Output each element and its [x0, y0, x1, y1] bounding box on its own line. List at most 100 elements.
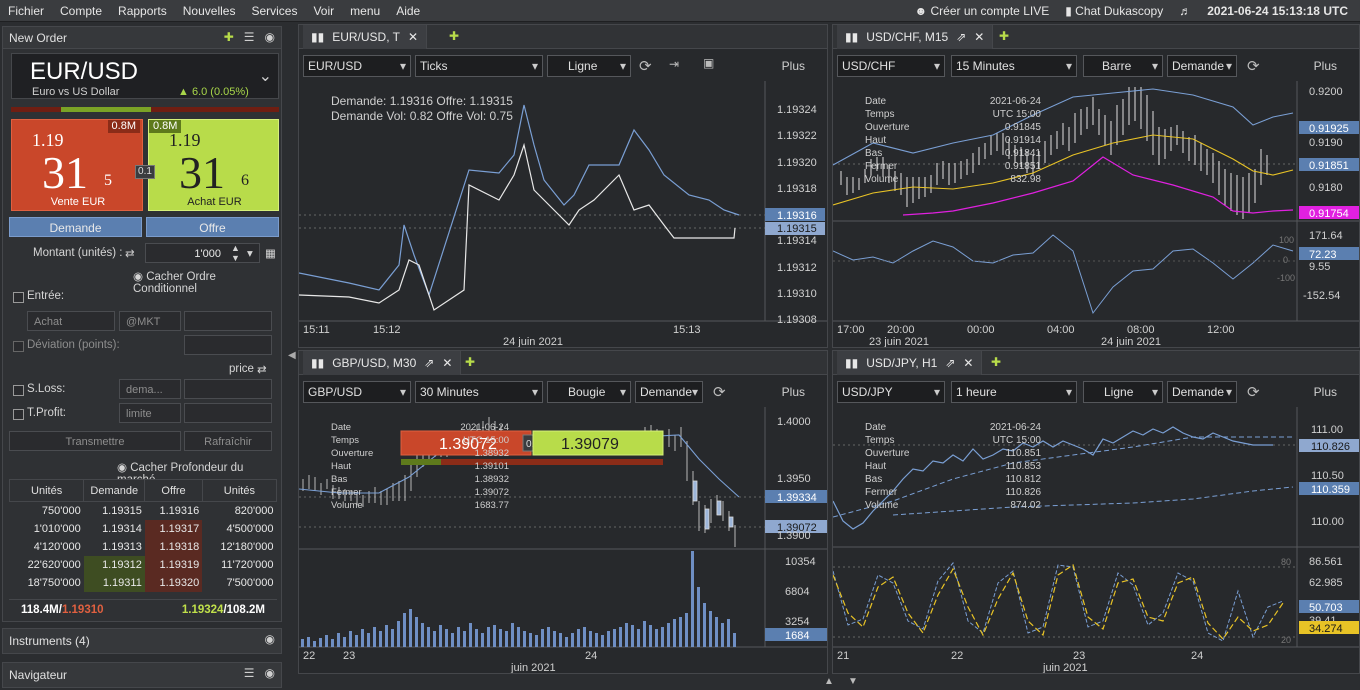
ob-cell: 1.19315	[102, 504, 142, 517]
ob-cell: 18'750'000	[27, 576, 81, 589]
expand-up-icon[interactable]: ▲	[824, 676, 834, 687]
deviation-checkbox[interactable]	[13, 341, 24, 352]
ohlc-bars	[840, 87, 1268, 219]
x-tick: 12:00	[1207, 324, 1235, 336]
menu-rapports[interactable]: Rapports	[110, 4, 175, 18]
chat-icon: ▮	[1065, 4, 1072, 18]
info-value: 2021-06-24	[990, 422, 1042, 433]
expand-down-icon[interactable]: ▼	[848, 676, 858, 687]
eye-icon[interactable]: ◉	[265, 632, 275, 646]
instruments-title: Instruments (4)	[9, 634, 90, 648]
amount-input[interactable]: 1'000	[145, 243, 260, 263]
y-tick: 1.4000	[777, 416, 811, 428]
sell-button[interactable]: 0.8M 1.19 31 5 Vente EUR	[11, 119, 143, 211]
menu-compte[interactable]: Compte	[52, 4, 110, 18]
entry-checkbox[interactable]	[13, 292, 24, 303]
depth-bar-fill	[61, 107, 151, 112]
chart-info: Date Temps Ouverture Haut Bas Fermer Vol…	[865, 422, 1041, 511]
deviation-label: Déviation (points):	[27, 339, 120, 351]
tprofit-checkbox[interactable]	[13, 409, 24, 420]
menu-icon[interactable]: ☰	[244, 30, 255, 44]
info-value: 874.02	[1010, 500, 1041, 511]
vol-tick: 6804	[785, 586, 809, 598]
menu-fichier[interactable]: Fichier	[0, 4, 52, 18]
info-value: 1.39072	[475, 487, 509, 498]
info-value: UTC 15:00	[993, 109, 1042, 120]
chart-usdjpy: ▮▮USD/JPY, H1⇗✕ ✚ USD/JPY 1 heure Ligne …	[832, 350, 1360, 674]
collapse-left-icon[interactable]: ◀	[288, 350, 296, 361]
info-value: 0.91845	[1005, 122, 1042, 133]
menu-icon[interactable]: ☰	[244, 666, 255, 680]
transmit-button[interactable]: Transmettre	[9, 431, 181, 451]
eye-icon[interactable]: ◉	[265, 30, 275, 44]
sound-icon[interactable]: ♬	[1179, 4, 1191, 18]
info-label: Volume	[331, 500, 363, 511]
tprofit-side-input[interactable]: limite	[119, 403, 181, 423]
x-date: 24 juin 2021	[503, 336, 563, 348]
clock-time: 2021-06-24 15:13:18	[1207, 4, 1320, 18]
y-tick: 1.19322	[777, 130, 817, 142]
osc-level: 0	[1283, 255, 1288, 265]
sloss-side-input[interactable]: dema...	[119, 379, 181, 399]
ob-cell: 1.19314	[102, 522, 142, 535]
buy-button[interactable]: 0.8M 1.19 31 6 Achat EUR	[148, 119, 279, 211]
amount-stepper[interactable]: ▲ ▼	[231, 243, 240, 263]
buy-price-pip: 6	[241, 172, 249, 189]
chart-canvas: 1.39072 0.7 1.39079 Date Temps Ouverture…	[299, 407, 827, 673]
price-label: 110.826	[1311, 441, 1350, 453]
y-tick: 1.19308	[777, 314, 817, 326]
price-label: price	[229, 363, 254, 375]
table-row: 22'620'000 1.19312 1.19319 11'720'000	[10, 555, 277, 574]
instruments-panel[interactable]: Instruments (4) ◉	[2, 628, 282, 654]
menu-voir[interactable]: Voir	[305, 4, 342, 18]
menu-nouvelles[interactable]: Nouvelles	[175, 4, 244, 18]
osc-level: 80	[1281, 557, 1291, 567]
swap-price-icon[interactable]: ⇄	[257, 362, 267, 376]
menu-menu[interactable]: menu	[342, 4, 388, 18]
sloss-checkbox[interactable]	[13, 385, 24, 396]
amount-dropdown-icon[interactable]: ▾	[247, 246, 253, 260]
swap-icon[interactable]: ⇄	[125, 246, 135, 260]
entry-price-input[interactable]: @MKT	[119, 311, 181, 331]
info-label: Temps	[331, 435, 359, 446]
bid-total-vol: 118.4M	[21, 604, 59, 616]
info-label: Fermer	[865, 161, 898, 172]
info-label: Volume	[865, 174, 899, 185]
chat-link[interactable]: ▮ Chat Dukascopy	[1065, 4, 1163, 18]
instrument-selector[interactable]: EUR/USD Euro vs US Dollar ▲ 6.0 (0.05%) …	[11, 53, 279, 99]
create-live-link[interactable]: ☻ Créer un compte LIVE	[915, 4, 1050, 18]
entry-extra-input[interactable]	[184, 311, 272, 331]
offre-button[interactable]: Offre	[146, 217, 279, 237]
y-tick: 0.9180	[1309, 182, 1343, 194]
hide-conditional-link[interactable]: ◉ Cacher Ordre Conditionnel	[133, 269, 281, 295]
osc-tick: 86.561	[1309, 556, 1343, 568]
add-chart-icon[interactable]: ✚	[224, 30, 234, 44]
entry-side-select[interactable]: Achat	[27, 311, 115, 331]
chevron-down-icon[interactable]: ⌄	[259, 66, 272, 86]
info-value: 1.39101	[475, 461, 509, 472]
demande-button[interactable]: Demande	[9, 217, 142, 237]
x-tick: 00:00	[967, 324, 995, 336]
calculator-icon[interactable]: ▦	[265, 246, 276, 260]
table-row: 750'000 1.19315 1.19316 820'000	[10, 502, 277, 520]
price-line	[833, 426, 1273, 530]
y-tick: 1.3900	[777, 530, 811, 542]
y-tick: 0.9200	[1309, 86, 1343, 98]
y-tick: 1.19320	[777, 157, 817, 169]
eye-icon[interactable]: ◉	[265, 666, 275, 680]
info-value: 2021-06-24	[460, 422, 509, 433]
refresh-button[interactable]: Rafraîchir	[184, 431, 272, 451]
chart-info-1: Demande: 1.19316 Offre: 1.19315	[331, 94, 513, 108]
tprofit-input[interactable]	[184, 403, 272, 423]
info-label: Bas	[865, 148, 882, 159]
ob-cell: 1.19316	[159, 504, 200, 517]
chart-buy-price: 1.39079	[561, 436, 619, 453]
x-tick: 23	[343, 650, 355, 662]
deviation-input[interactable]	[184, 335, 272, 355]
menu-services[interactable]: Services	[243, 4, 305, 18]
ob-cell: 1.19312	[83, 555, 145, 574]
menu-aide[interactable]: Aide	[388, 4, 428, 18]
navigator-panel[interactable]: Navigateur ☰ ◉	[2, 662, 282, 688]
sloss-input[interactable]	[184, 379, 272, 399]
info-label: Temps	[865, 109, 894, 120]
